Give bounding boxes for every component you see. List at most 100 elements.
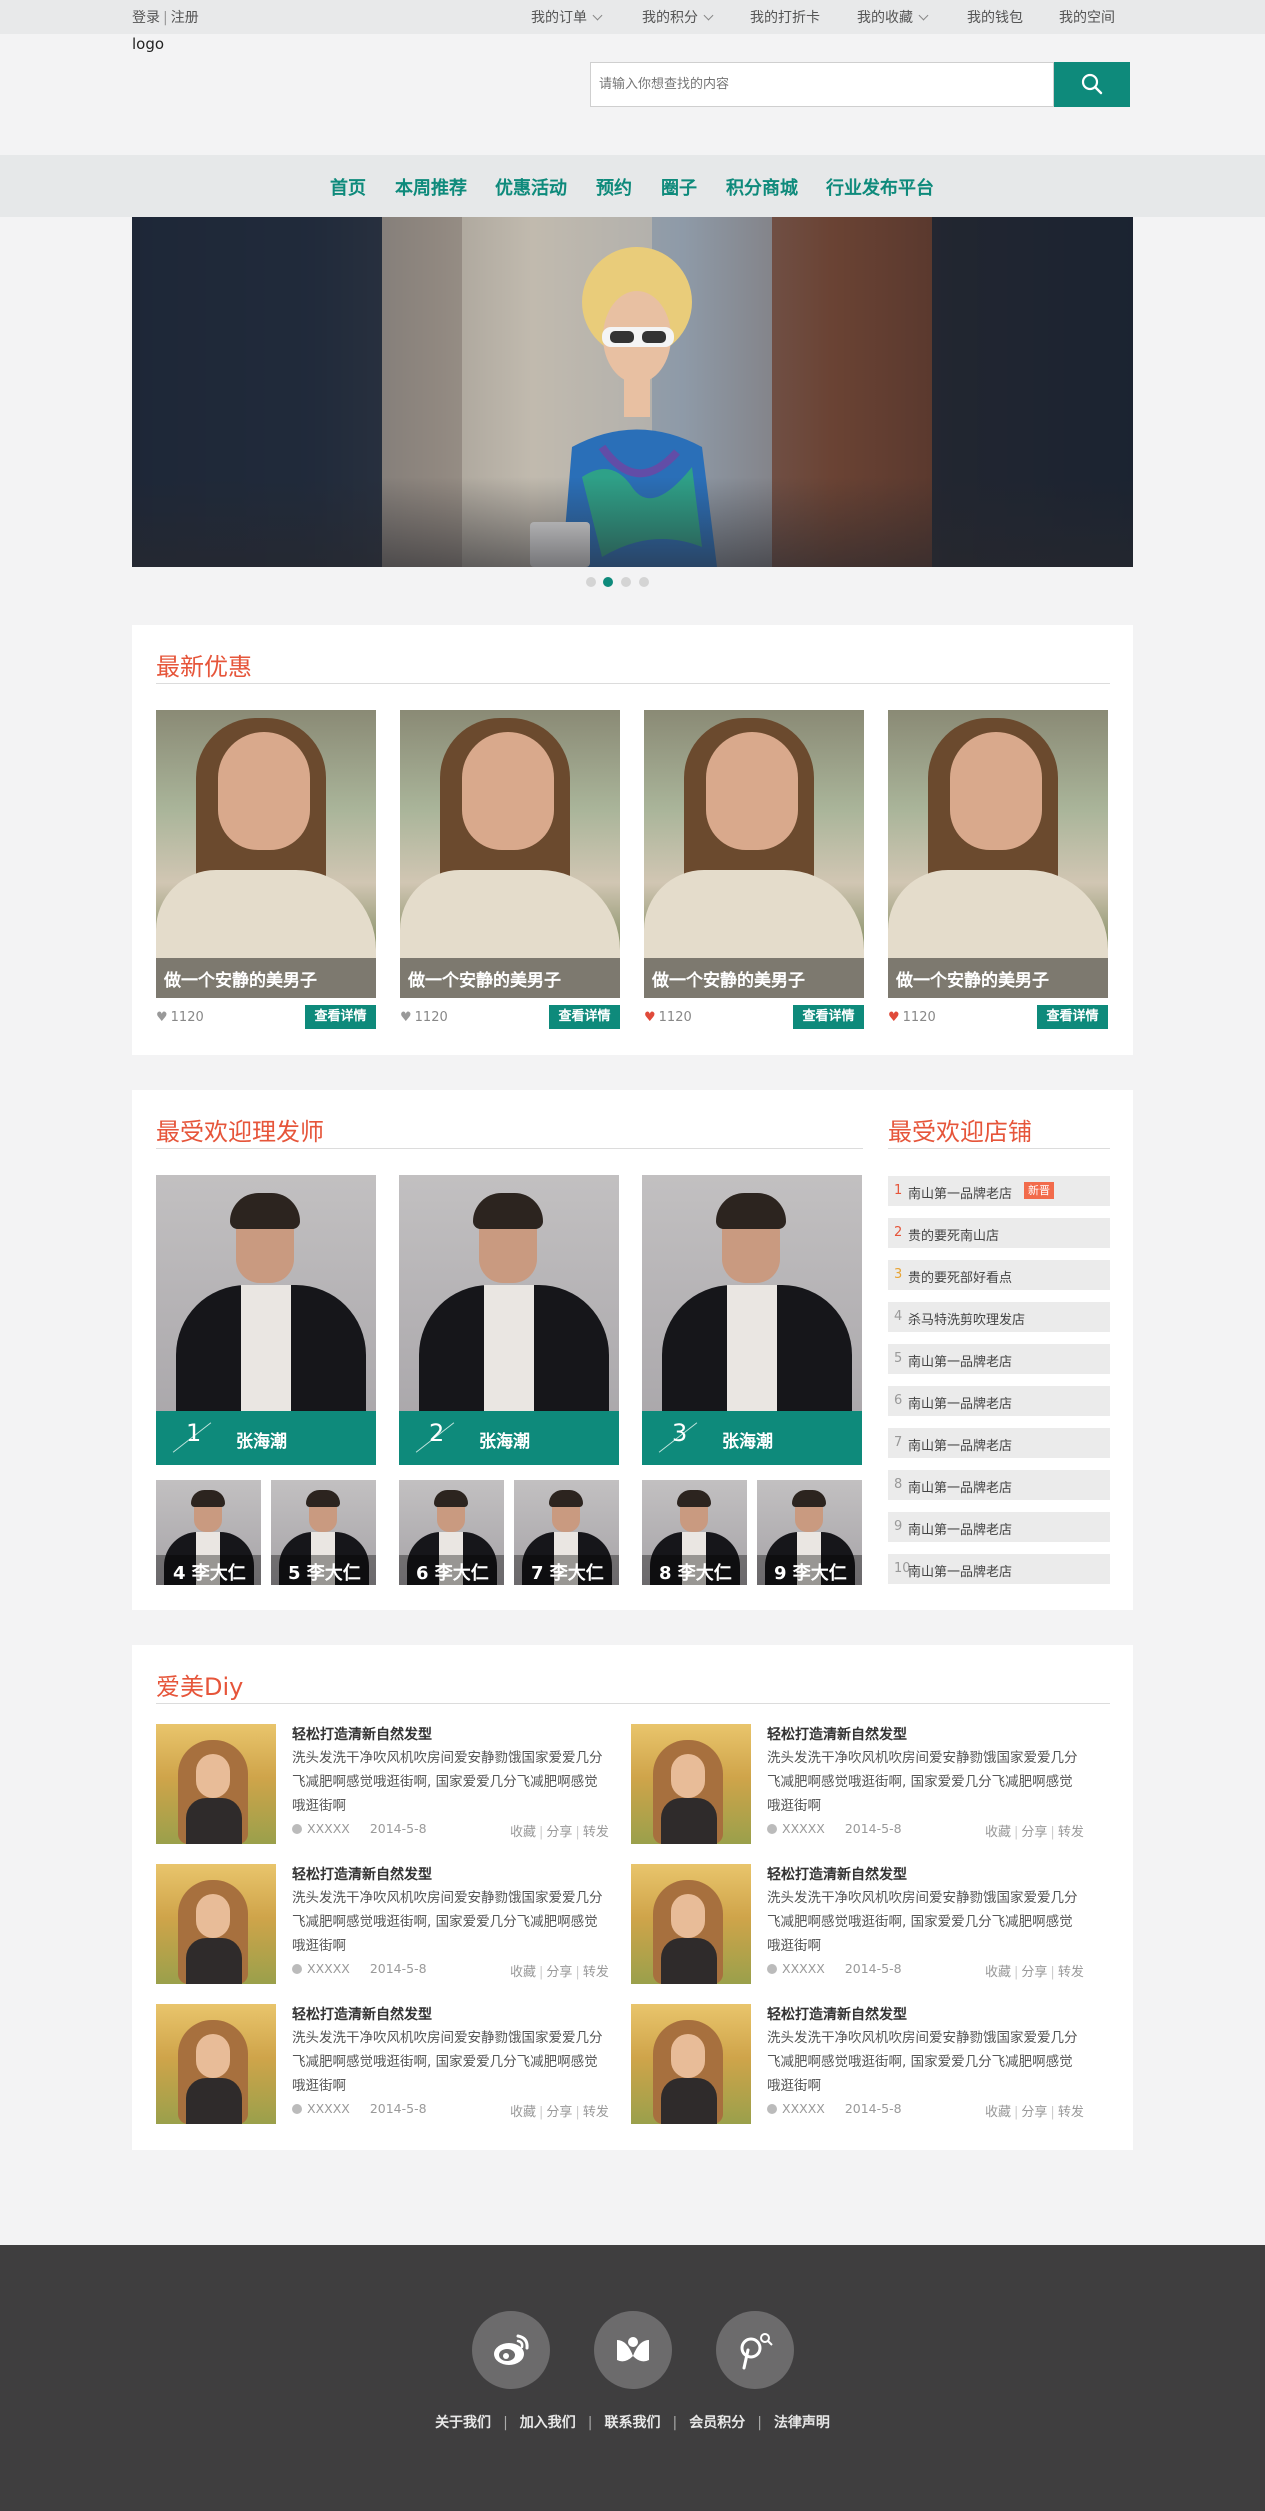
view-details-button[interactable]: 查看详情 [305, 1005, 376, 1029]
forward-link[interactable]: 转发 [583, 1825, 609, 1840]
stylist-card[interactable]: 3 张海潮 [642, 1175, 862, 1465]
footer-link-contact[interactable]: 联系我们 [605, 2415, 661, 2431]
weibo-icon[interactable] [472, 2311, 550, 2389]
nav-promotions[interactable]: 优惠活动 [495, 174, 567, 200]
view-details-button[interactable]: 查看详情 [1037, 1005, 1108, 1029]
article-thumbnail[interactable] [156, 1864, 276, 1984]
article-thumbnail[interactable] [156, 2004, 276, 2124]
article-title[interactable]: 轻松打造清新自然发型 [767, 1864, 907, 1884]
favorite-link[interactable]: 收藏 [510, 1825, 536, 1840]
share-link[interactable]: 分享 [1021, 1825, 1047, 1840]
footer-link-join[interactable]: 加入我们 [520, 2415, 576, 2431]
article-thumbnail[interactable] [156, 1724, 276, 1844]
view-details-button[interactable]: 查看详情 [793, 1005, 864, 1029]
share-link[interactable]: 分享 [546, 1965, 572, 1980]
like-count[interactable]: ♥ 1120 [644, 1010, 692, 1025]
my-favorites-menu[interactable]: 我的收藏 [857, 7, 929, 27]
article-title[interactable]: 轻松打造清新自然发型 [292, 2004, 432, 2024]
shop-list-item[interactable]: 4 杀马特洗剪吹理发店 [888, 1302, 1110, 1332]
footer-link-points[interactable]: 会员积分 [689, 2415, 745, 2431]
favorite-link[interactable]: 收藏 [985, 2105, 1011, 2120]
my-orders-menu[interactable]: 我的订单 [531, 7, 603, 27]
nav-circles[interactable]: 圈子 [661, 174, 697, 200]
my-space-link[interactable]: 我的空间 [1059, 7, 1115, 27]
footer-link-about[interactable]: 关于我们 [435, 2415, 491, 2431]
share-link[interactable]: 分享 [1021, 1965, 1047, 1980]
deal-card-caption: 做一个安静的美男子 [644, 958, 864, 998]
stylist-thumb[interactable]: 8 李大仁 [642, 1480, 747, 1585]
tencent-weibo-icon[interactable] [716, 2311, 794, 2389]
like-count[interactable]: ♥ 1120 [156, 1010, 204, 1025]
favorite-link[interactable]: 收藏 [510, 2105, 536, 2120]
banner-dot-3[interactable] [621, 577, 631, 587]
stylist-thumb[interactable]: 7 李大仁 [514, 1480, 619, 1585]
shop-list-item[interactable]: 5 南山第一品牌老店 [888, 1344, 1110, 1374]
article-title[interactable]: 轻松打造清新自然发型 [767, 1724, 907, 1744]
banner-dot-1[interactable] [586, 577, 596, 587]
article-thumbnail[interactable] [631, 1724, 751, 1844]
my-wallet-link[interactable]: 我的钱包 [967, 7, 1023, 27]
search-input[interactable] [591, 63, 1053, 106]
share-link[interactable]: 分享 [546, 2105, 572, 2120]
banner-dot-2[interactable] [603, 577, 613, 587]
deal-card-image[interactable]: 做一个安静的美男子 [644, 710, 864, 998]
article-thumbnail[interactable] [631, 1864, 751, 1984]
footer-link-legal[interactable]: 法律声明 [774, 2415, 830, 2431]
register-link[interactable]: 注册 [171, 10, 199, 26]
my-points-menu[interactable]: 我的积分 [642, 7, 714, 27]
nav-industry-platform[interactable]: 行业发布平台 [826, 174, 934, 200]
forward-link[interactable]: 转发 [1058, 1825, 1084, 1840]
forward-link[interactable]: 转发 [1058, 1965, 1084, 1980]
nav-home[interactable]: 首页 [330, 174, 366, 200]
share-link[interactable]: 分享 [546, 1825, 572, 1840]
view-details-button[interactable]: 查看详情 [549, 1005, 620, 1029]
banner-dot-4[interactable] [639, 577, 649, 587]
deal-card-image[interactable]: 做一个安静的美男子 [156, 710, 376, 998]
stylist-thumb[interactable]: 6 李大仁 [399, 1480, 504, 1585]
stylist-thumb[interactable]: 5 李大仁 [271, 1480, 376, 1585]
my-discount-card-link[interactable]: 我的打折卡 [750, 7, 820, 27]
article-excerpt: 洗头发洗干净吹风机吹房间爱安静勠饿国家爱爱几分飞减肥啊感觉哦逛街啊, 国家爱爱几… [292, 1750, 603, 1814]
shop-list-item[interactable]: 6 南山第一品牌老店 [888, 1386, 1110, 1416]
nav-booking[interactable]: 预约 [596, 174, 632, 200]
renren-icon[interactable] [594, 2311, 672, 2389]
shop-list-item[interactable]: 3 贵的要死部好看点 [888, 1260, 1110, 1290]
article-date: 2014-5-8 [844, 2101, 902, 2116]
like-count[interactable]: ♥ 1120 [400, 1010, 448, 1025]
deal-card-image[interactable]: 做一个安静的美男子 [400, 710, 620, 998]
shop-name: 南山第一品牌老店 [908, 1397, 1013, 1412]
share-link[interactable]: 分享 [1021, 2105, 1047, 2120]
stylist-rank: 3 [672, 1419, 688, 1447]
forward-link[interactable]: 转发 [583, 1965, 609, 1980]
login-link[interactable]: 登录 [132, 10, 160, 26]
article-title[interactable]: 轻松打造清新自然发型 [292, 1724, 432, 1744]
stylist-card[interactable]: 1 张海潮 [156, 1175, 376, 1465]
heart-icon: ♥ [156, 1010, 168, 1025]
shop-list-item[interactable]: 10 南山第一品牌老店 [888, 1554, 1110, 1584]
favorite-link[interactable]: 收藏 [985, 1965, 1011, 1980]
shop-list-item[interactable]: 8 南山第一品牌老店 [888, 1470, 1110, 1500]
shop-list-item[interactable]: 1 南山第一品牌老店 新晋 [888, 1176, 1110, 1206]
search-button[interactable] [1054, 62, 1130, 107]
like-count[interactable]: ♥ 1120 [888, 1010, 936, 1025]
article-title[interactable]: 轻松打造清新自然发型 [292, 1864, 432, 1884]
stylist-thumb[interactable]: 4 李大仁 [156, 1480, 261, 1585]
forward-link[interactable]: 转发 [1058, 2105, 1084, 2120]
article-thumbnail[interactable] [631, 2004, 751, 2124]
hero-banner[interactable] [132, 217, 1133, 567]
logo[interactable]: logo [132, 35, 164, 53]
stylist-card[interactable]: 2 张海潮 [399, 1175, 619, 1465]
shop-list-item[interactable]: 7 南山第一品牌老店 [888, 1428, 1110, 1458]
shop-list-item[interactable]: 2 贵的要死南山店 [888, 1218, 1110, 1248]
deal-card-image[interactable]: 做一个安静的美男子 [888, 710, 1108, 998]
nav-weekly-picks[interactable]: 本周推荐 [395, 174, 467, 200]
stylist-thumb[interactable]: 9 李大仁 [757, 1480, 862, 1585]
forward-link[interactable]: 转发 [583, 2105, 609, 2120]
nav-points-mall[interactable]: 积分商城 [726, 174, 798, 200]
latest-deals-panel: 最新优惠 做一个安静的美男子 ♥ 1120 查看详情 做一个安静的美男子 ♥ 1120 查看详… [132, 625, 1133, 1055]
shop-list-item[interactable]: 9 南山第一品牌老店 [888, 1512, 1110, 1542]
favorite-link[interactable]: 收藏 [510, 1965, 536, 1980]
favorite-link[interactable]: 收藏 [985, 1825, 1011, 1840]
user-icon [767, 2104, 777, 2114]
article-title[interactable]: 轻松打造清新自然发型 [767, 2004, 907, 2024]
